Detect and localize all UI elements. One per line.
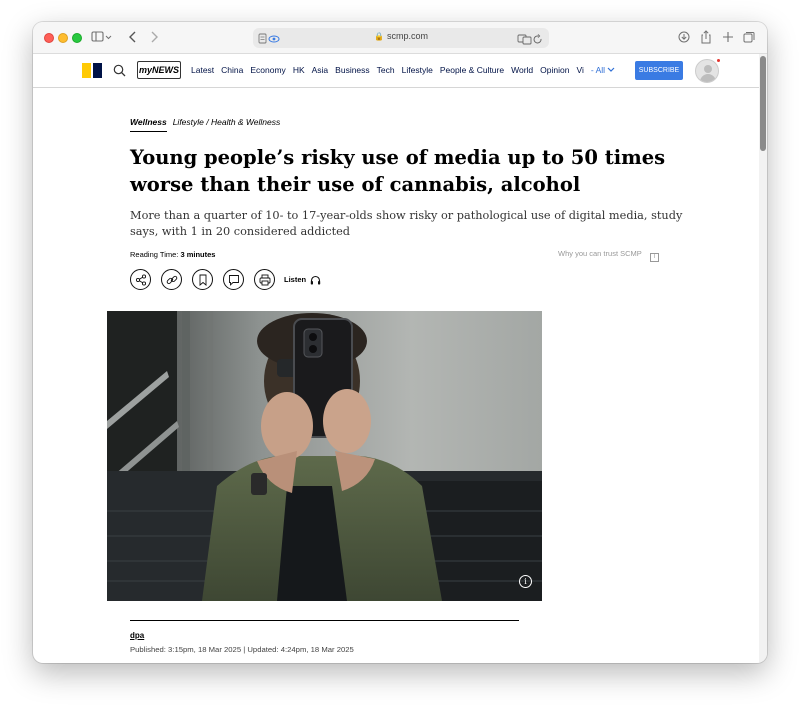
- translate-reload-icon[interactable]: [517, 32, 543, 50]
- copy-link-button[interactable]: [161, 269, 182, 290]
- share-icon: [135, 273, 146, 286]
- minimize-window-button[interactable]: [58, 33, 68, 43]
- bookmark-button[interactable]: [192, 269, 213, 290]
- back-icon[interactable]: [128, 30, 138, 48]
- article-subheadline: More than a quarter of 10- to 17-year-ol…: [130, 209, 683, 238]
- browser-window: 🔒 scmp.com myNEWS Latest China Economy H…: [33, 22, 767, 663]
- new-tab-icon[interactable]: [722, 30, 734, 48]
- main-nav: Latest China Economy HK Asia Business Te…: [191, 65, 615, 75]
- scrollbar[interactable]: [759, 54, 767, 663]
- share-page-icon[interactable]: [700, 30, 712, 48]
- author-link[interactable]: dpa: [130, 631, 144, 640]
- url-text: scmp.com: [386, 31, 428, 41]
- site-header: myNEWS Latest China Economy HK Asia Busi…: [33, 54, 759, 88]
- article-actions: Listen: [130, 269, 321, 290]
- nav-item-lifestyle[interactable]: Lifestyle: [402, 65, 433, 75]
- nav-item-business[interactable]: Business: [335, 65, 370, 75]
- section-link[interactable]: Wellness: [130, 117, 167, 132]
- tab-overview-icon[interactable]: [743, 30, 755, 48]
- teen-with-phone-photo: [107, 311, 542, 601]
- link-icon: [166, 275, 177, 284]
- listen-button[interactable]: Listen: [284, 275, 321, 285]
- article-image[interactable]: i: [107, 311, 542, 601]
- breadcrumb-path[interactable]: Lifestyle / Health & Wellness: [173, 117, 281, 127]
- nav-item-tech[interactable]: Tech: [377, 65, 395, 75]
- article: Wellness Lifestyle / Health & Wellness Yo…: [33, 88, 759, 663]
- nav-item-economy[interactable]: Economy: [250, 65, 285, 75]
- headphones-icon: [310, 275, 321, 284]
- mynews-button[interactable]: myNEWS: [137, 61, 181, 79]
- nav-item-hk[interactable]: HK: [293, 65, 305, 75]
- comment-icon: [228, 274, 239, 286]
- close-window-button[interactable]: [44, 33, 54, 43]
- share-button[interactable]: [130, 269, 151, 290]
- reading-time: Reading Time: 3 minutes: [130, 250, 216, 259]
- nav-item-latest[interactable]: Latest: [191, 65, 214, 75]
- scrollbar-thumb[interactable]: [760, 56, 766, 151]
- info-icon[interactable]: i: [519, 575, 532, 588]
- browser-toolbar: 🔒 scmp.com: [33, 22, 767, 54]
- subscribe-button[interactable]: SUBSCRIBE: [635, 61, 683, 80]
- breadcrumb: Wellness Lifestyle / Health & Wellness: [130, 117, 280, 132]
- nav-item-china[interactable]: China: [221, 65, 243, 75]
- address-bar[interactable]: 🔒 scmp.com: [253, 28, 549, 48]
- nav-all-dropdown[interactable]: - All: [591, 65, 616, 75]
- nav-item-world[interactable]: World: [511, 65, 533, 75]
- avatar[interactable]: [695, 59, 719, 83]
- notification-dot: [717, 59, 720, 62]
- zoom-window-button[interactable]: [72, 33, 82, 43]
- divider: [130, 620, 519, 621]
- nav-item-video[interactable]: Vi: [576, 65, 583, 75]
- nav-item-asia[interactable]: Asia: [312, 65, 329, 75]
- trust-info-icon: T: [649, 253, 659, 262]
- downloads-icon[interactable]: [678, 30, 690, 48]
- print-icon: [259, 274, 270, 285]
- trust-scmp-link[interactable]: Why you can trust SCMP T: [558, 249, 659, 262]
- article-headline: Young people’s risky use of media up to …: [130, 146, 666, 196]
- comment-button[interactable]: [223, 269, 244, 290]
- nav-item-people-culture[interactable]: People & Culture: [440, 65, 504, 75]
- bookmark-icon: [199, 274, 206, 286]
- nav-item-opinion[interactable]: Opinion: [540, 65, 569, 75]
- published-date: Published: 3:15pm, 18 Mar 2025 | Updated…: [130, 645, 354, 654]
- lock-icon: 🔒: [374, 32, 384, 41]
- print-button[interactable]: [254, 269, 275, 290]
- scmp-logo[interactable]: [82, 63, 102, 78]
- search-icon[interactable]: [113, 64, 126, 82]
- sidebar-toggle-icon[interactable]: [91, 30, 113, 48]
- chevron-down-icon: [607, 67, 615, 72]
- forward-icon[interactable]: [149, 30, 159, 48]
